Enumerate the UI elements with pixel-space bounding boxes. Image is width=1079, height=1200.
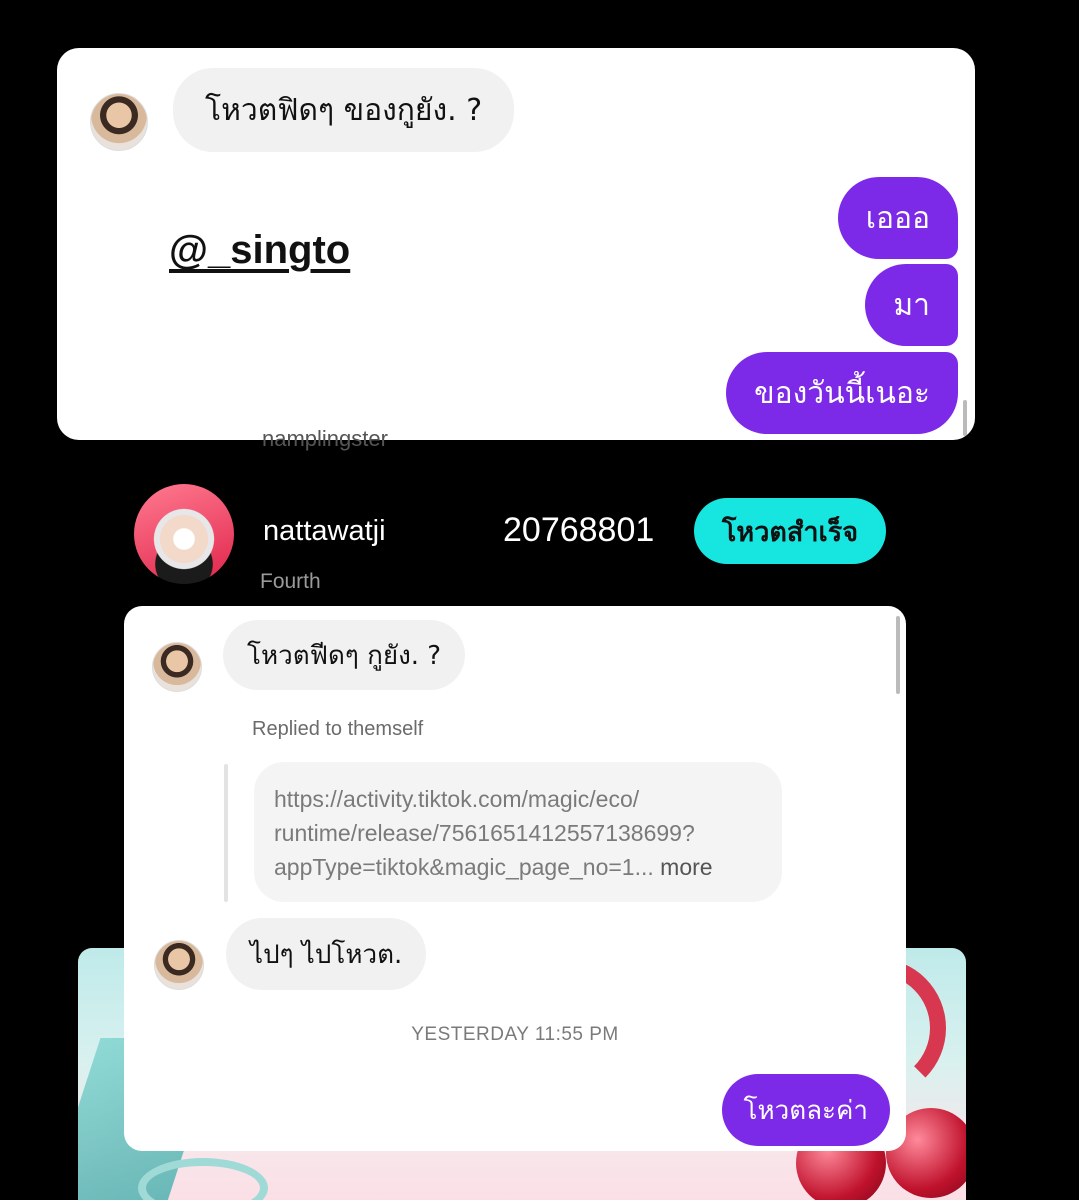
username[interactable]: nattawatji <box>263 515 386 548</box>
quoted-message[interactable]: https://activity.tiktok.com/magic/eco/ r… <box>254 762 782 902</box>
threads-profile-link[interactable]: @_singto <box>169 228 350 273</box>
avatar[interactable] <box>152 642 202 692</box>
quoted-link-line: https://activity.tiktok.com/magic/eco/ <box>274 786 640 812</box>
chat-screenshot-bottom: โหวตฟีดๆ กูยัง. ? Replied to themself ht… <box>124 606 906 1151</box>
avatar[interactable] <box>90 93 148 151</box>
scrollbar[interactable] <box>896 616 900 694</box>
profile-avatar[interactable] <box>134 484 234 584</box>
partial-username: namplingster <box>262 426 388 451</box>
quoted-link-text: appType=tiktok&magic_page_no=1... <box>274 854 654 880</box>
see-more-link[interactable]: more <box>660 854 712 880</box>
outgoing-message: โหวตละค่า <box>721 1074 890 1146</box>
replied-to-label: Replied to themself <box>252 718 424 740</box>
vote-count: 20768801 <box>503 511 655 549</box>
incoming-message: โหวตฟิดๆ ของกูยัง. ? <box>173 68 515 152</box>
chat-screenshot-top: โหวตฟิดๆ ของกูยัง. ? @_singto เอออ มา ขอ… <box>57 48 975 440</box>
outgoing-message: ของวันนี้เนอะ <box>726 352 958 434</box>
incoming-message: โหวตฟีดๆ กูยัง. ? <box>223 620 466 690</box>
quoted-link-line: runtime/release/7561651412557138699? <box>274 820 695 846</box>
display-name: Fourth <box>260 570 321 593</box>
incoming-message: ไปๆ ไปโหวต. <box>226 918 427 990</box>
message-timestamp: YESTERDAY 11:55 PM <box>411 1024 619 1045</box>
outgoing-message: มา <box>865 264 958 346</box>
vote-success-button[interactable]: โหวตสำเร็จ <box>694 498 886 564</box>
reply-quote-bar <box>224 764 228 902</box>
outgoing-message: เอออ <box>837 177 958 259</box>
avatar[interactable] <box>154 940 204 990</box>
quoted-link-line-last: appType=tiktok&magic_page_no=1... more <box>274 850 762 884</box>
scrollbar[interactable] <box>963 400 967 436</box>
